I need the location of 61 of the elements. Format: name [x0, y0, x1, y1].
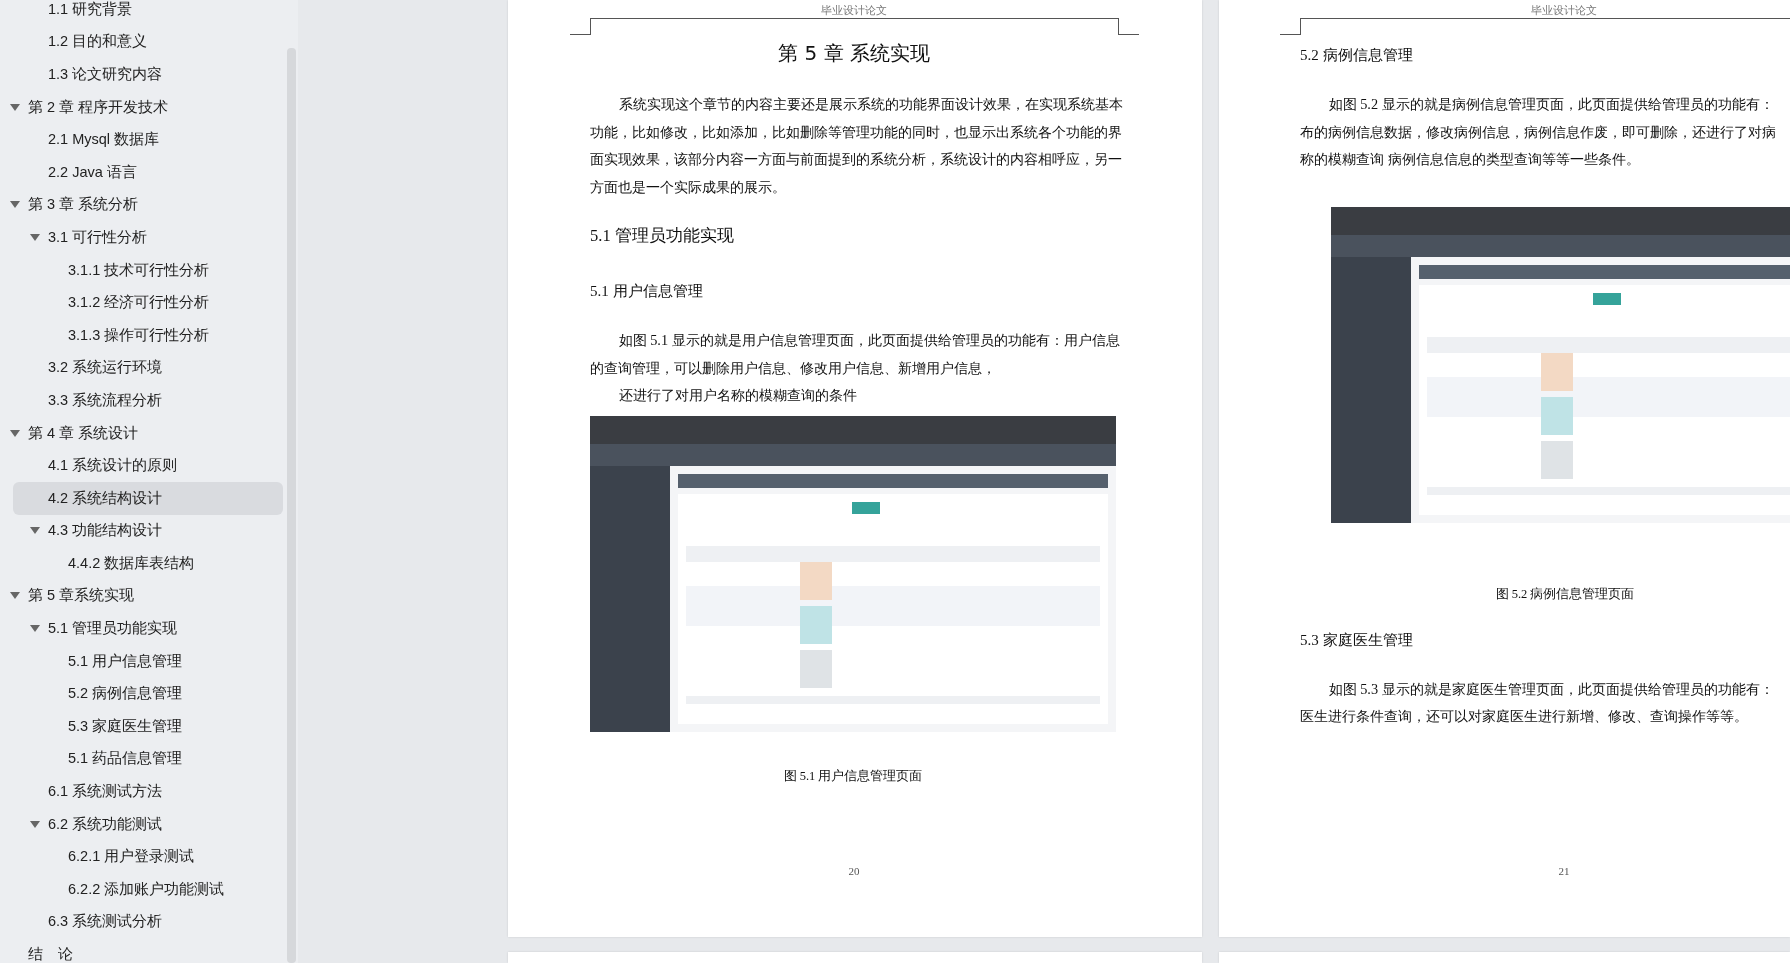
caret-icon[interactable] — [30, 233, 40, 241]
text-line: 如图 5.3 显示的就是家庭医生管理页面，此页面提供给管理员的功能有： — [1327, 679, 1775, 699]
text-line: 称的模糊查询 病例信息信息的类型查询等等一些条件。 — [1300, 150, 1641, 169]
subsection-heading: 5.3 家庭医生管理 — [1300, 630, 1414, 650]
outline-item[interactable]: 6.1 系统测试方法 — [0, 775, 283, 808]
caret-icon[interactable] — [10, 592, 20, 600]
text-line: 如图 5.1 显示的就是用户信息管理页面，此页面提供给管理员的功能有：用户信息 — [617, 331, 1121, 350]
outline-item[interactable]: 6.2 系统功能测试 — [0, 807, 283, 841]
outline-item[interactable]: 3.1.3 操作可行性分析 — [0, 318, 283, 352]
outline-item[interactable]: 5.3 家庭医生管理 — [0, 710, 283, 743]
outline-item[interactable]: 第 2 章 程序开发技术 — [0, 90, 283, 124]
outline-item[interactable]: 第 3 章 系统分析 — [0, 188, 283, 222]
outline-item[interactable]: 3.1 可行性分析 — [0, 221, 283, 254]
text-line: 还进行了对用户名称的模糊查询的条件 — [617, 386, 858, 405]
chapter-title: 第 5 章 系统实现 — [777, 41, 931, 65]
page-header: 毕业设计论文 — [1531, 4, 1597, 16]
outline-item[interactable]: 2.1 Mysql 数据库 — [0, 123, 283, 156]
page-number: 21 — [1557, 865, 1571, 877]
figure-caption: 图 5.2 病例信息管理页面 — [1494, 585, 1636, 602]
outline-item[interactable]: 5.1 用户信息管理 — [0, 644, 283, 678]
subsection-heading: 5.2 病例信息管理 — [1300, 46, 1414, 65]
page-header: 毕业设计论文 — [821, 4, 887, 16]
caret-icon[interactable] — [30, 527, 40, 535]
text-line: 方面也是一个实际成果的展示。 — [590, 177, 787, 197]
outline-item[interactable]: 4.3 功能结构设计 — [0, 514, 283, 548]
outline-item[interactable]: 5.1 管理员功能实现 — [0, 612, 283, 645]
outline-item[interactable]: 5.1 药品信息管理 — [0, 742, 283, 776]
outline-item[interactable]: 3.1.2 经济可行性分析 — [0, 286, 283, 319]
caret-icon[interactable] — [10, 429, 20, 437]
outline-item[interactable]: 5.2 病例信息管理 — [0, 677, 283, 711]
caret-icon[interactable] — [30, 820, 40, 828]
subsection-heading: 5.1 用户信息管理 — [590, 282, 704, 301]
outline-item[interactable]: 第 4 章 系统设计 — [0, 416, 283, 450]
text-line: 布的病例信息数据，修改病例信息，病例信息作废，即可删除，还进行了对病 — [1300, 122, 1777, 142]
outline-item[interactable]: 4.1 系统设计的原则 — [0, 449, 283, 482]
outline-item[interactable]: 1.3 论文研究内容 — [0, 58, 283, 91]
text-line: 医生进行条件查询，还可以对家庭医生进行新增、修改、查询操作等等。 — [1300, 707, 1749, 726]
outline-item[interactable]: 4.2 系统结构设计 — [13, 481, 283, 515]
outline-item[interactable]: 4.4.2 数据库表结构 — [0, 547, 283, 580]
caret-icon[interactable] — [10, 201, 20, 209]
outline-item[interactable]: 3.2 系统运行环境 — [0, 351, 283, 385]
outline-item[interactable]: 6.3 系统测试分析 — [0, 905, 283, 939]
caret-icon[interactable] — [10, 103, 20, 111]
figure-caption: 图 5.1 用户信息管理页面 — [782, 767, 924, 784]
outline-item[interactable]: 3.1.1 技术可行性分析 — [0, 253, 283, 287]
outline-item[interactable]: 3.3 系统流程分析 — [0, 384, 283, 417]
text-line: 功能，比如修改，比如添加，比如删除等管理功能的同时，也显示出系统各个功能的界 — [590, 122, 1123, 142]
outline-item[interactable]: 6.2.2 添加账户功能测试 — [0, 873, 283, 906]
text-line: 面实现效果，该部分内容一方面与前面提到的系统分析，系统设计的内容相呼应，另一 — [590, 150, 1123, 169]
outline-item[interactable]: 第 5 章系统实现 — [0, 579, 283, 613]
outline-item[interactable]: 6.2.1 用户登录测试 — [0, 840, 283, 874]
outline-item[interactable]: 1.2 目的和意义 — [0, 25, 283, 59]
text-line: 系统实现这个章节的内容主要还是展示系统的功能界面设计效果，在实现系统基本 — [617, 95, 1124, 114]
text-line: 如图 5.2 显示的就是病例信息管理页面，此页面提供给管理员的功能有： — [1327, 95, 1775, 114]
outline-item[interactable]: 结 论 — [0, 938, 283, 963]
caret-icon[interactable] — [30, 625, 40, 633]
text-line: 的查询管理，可以删除用户信息、修改用户信息、新增用户信息， — [590, 358, 997, 378]
page-number: 20 — [847, 865, 861, 877]
outline-item[interactable]: 2.2 Java 语言 — [0, 155, 283, 189]
outline-item[interactable]: 1.1 研究背景 — [0, 0, 283, 26]
section-heading: 5.1 管理员功能实现 — [590, 226, 735, 246]
